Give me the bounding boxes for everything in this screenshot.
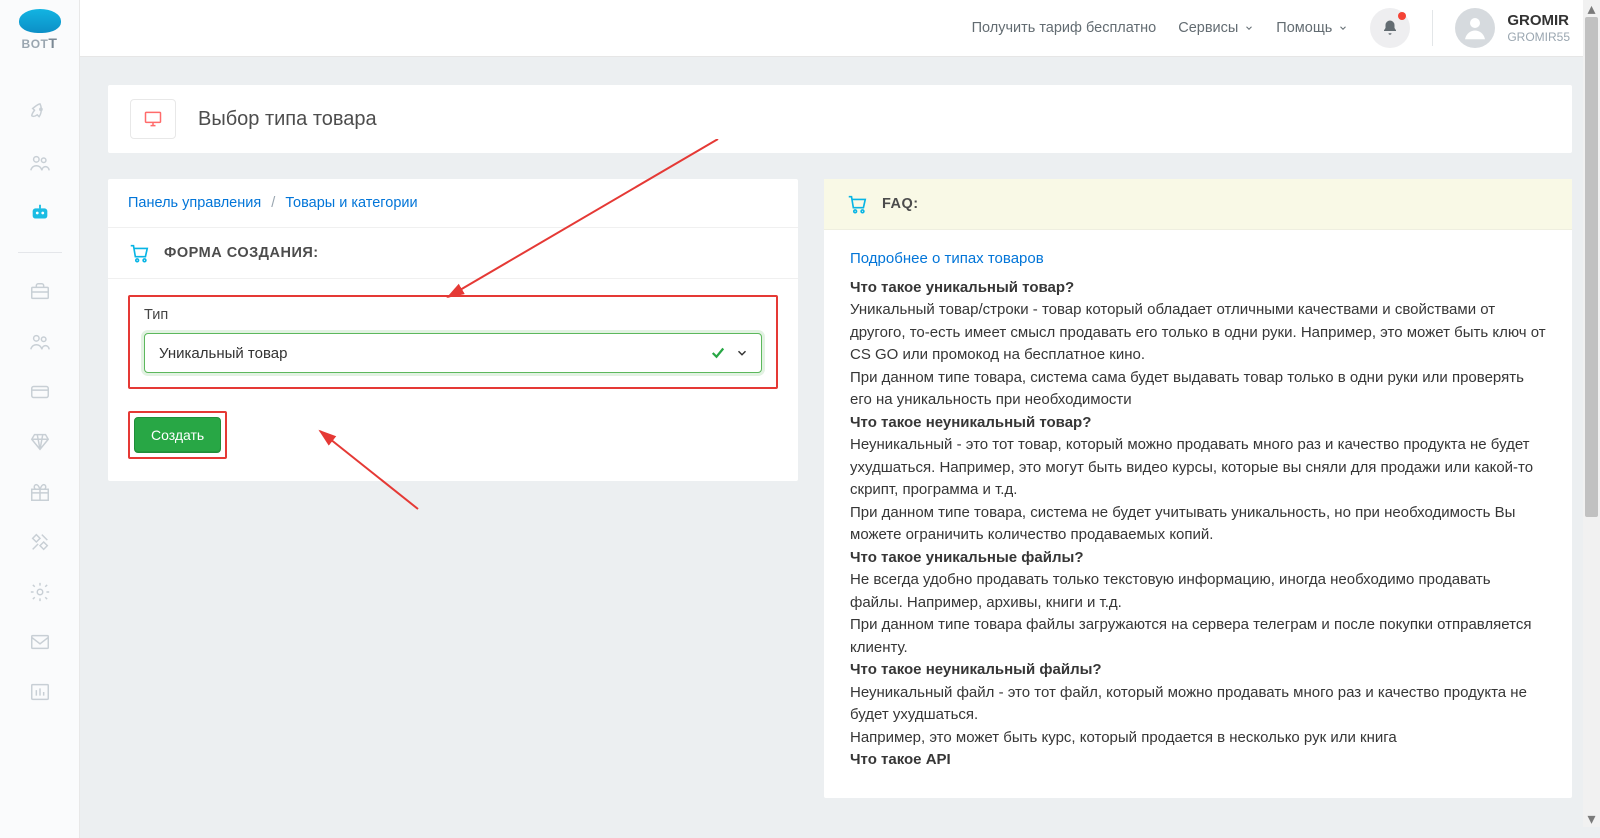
faq-a4: Неуникальный файл - это тот файл, которы… bbox=[850, 684, 1527, 724]
faq-a2b: При данном типе товара, система не будет… bbox=[850, 504, 1515, 544]
check-icon bbox=[709, 344, 727, 362]
scroll-up-icon[interactable]: ▴ bbox=[1585, 0, 1598, 17]
gift-icon[interactable] bbox=[29, 481, 51, 503]
faq-a1: Уникальный товар/строки - товар который … bbox=[850, 301, 1546, 363]
users-icon[interactable] bbox=[29, 152, 51, 174]
chevron-down-icon bbox=[1338, 23, 1348, 33]
faq-q1: Что такое уникальный товар? bbox=[850, 277, 1546, 300]
avatar bbox=[1455, 8, 1495, 48]
user-menu[interactable]: GROMIR GROMIR55 bbox=[1455, 8, 1570, 48]
tariff-link[interactable]: Получить тариф бесплатно bbox=[972, 20, 1157, 36]
topbar: Получить тариф бесплатно Сервисы Помощь … bbox=[80, 0, 1600, 57]
type-label: Тип bbox=[144, 307, 762, 323]
tools-icon[interactable] bbox=[29, 531, 51, 553]
type-select[interactable]: Уникальный товар bbox=[144, 333, 762, 373]
chevron-down-icon bbox=[1244, 23, 1254, 33]
type-selected-value: Уникальный товар bbox=[159, 345, 709, 362]
faq-panel: FAQ: Подробнее о типах товаров Что такое… bbox=[824, 179, 1572, 798]
notification-dot bbox=[1398, 12, 1406, 20]
type-field-highlight: Тип Уникальный товар bbox=[128, 295, 778, 389]
form-heading: ФОРМА СОЗДАНИЯ: bbox=[164, 245, 319, 261]
cart-icon bbox=[846, 193, 868, 215]
page-title: Выбор типа товара bbox=[198, 108, 377, 131]
faq-a3b: При данном типе товара файлы загружаются… bbox=[850, 616, 1531, 656]
breadcrumb: Панель управления / Товары и категории bbox=[128, 195, 778, 211]
scrollbar-thumb[interactable] bbox=[1585, 17, 1598, 517]
chart-icon[interactable] bbox=[29, 681, 51, 703]
card-icon[interactable] bbox=[29, 381, 51, 403]
faq-a3: Не всегда удобно продавать только тексто… bbox=[850, 571, 1491, 611]
faq-a4b: Например, это может быть курс, который п… bbox=[850, 729, 1397, 746]
diamond-icon[interactable] bbox=[29, 431, 51, 453]
notifications-button[interactable] bbox=[1370, 8, 1410, 48]
create-button[interactable]: Создать bbox=[134, 417, 221, 453]
faq-q5: Что такое API bbox=[850, 749, 1546, 772]
logo[interactable]: BOTT bbox=[10, 8, 70, 53]
gear-icon[interactable] bbox=[29, 581, 51, 603]
breadcrumb-catalog[interactable]: Товары и категории bbox=[285, 195, 417, 211]
faq-q3: Что такое уникальные файлы? bbox=[850, 547, 1546, 570]
rocket-icon[interactable] bbox=[29, 102, 51, 124]
bot-icon[interactable] bbox=[29, 202, 51, 224]
help-dropdown[interactable]: Помощь bbox=[1276, 20, 1348, 36]
faq-more-link[interactable]: Подробнее о типах товаров bbox=[850, 248, 1546, 271]
faq-a1b: При данном типе товара, система сама буд… bbox=[850, 369, 1524, 409]
faq-a2: Неуникальный - это тот товар, который мо… bbox=[850, 436, 1533, 498]
logo-text-suffix: T bbox=[48, 35, 57, 51]
page-header-card: Выбор типа товара bbox=[108, 85, 1572, 153]
faq-q2: Что такое неуникальный товар? bbox=[850, 412, 1546, 435]
faq-q4: Что такое неуникальный файлы? bbox=[850, 659, 1546, 682]
monitor-icon bbox=[130, 99, 176, 139]
sidebar: BOTT bbox=[0, 0, 80, 838]
submit-highlight: Создать bbox=[128, 411, 227, 459]
cart-icon bbox=[128, 242, 150, 264]
scrollbar[interactable]: ▴ ▾ bbox=[1583, 0, 1600, 827]
services-dropdown[interactable]: Сервисы bbox=[1178, 20, 1254, 36]
chevron-down-icon bbox=[735, 346, 749, 360]
bell-icon bbox=[1381, 19, 1399, 37]
briefcase-icon[interactable] bbox=[29, 281, 51, 303]
logo-text-main: BOT bbox=[22, 37, 49, 51]
scroll-down-icon[interactable]: ▾ bbox=[1585, 810, 1598, 827]
users2-icon[interactable] bbox=[29, 331, 51, 353]
form-panel: Панель управления / Товары и категории Ф… bbox=[108, 179, 798, 481]
user-name: GROMIR bbox=[1507, 12, 1570, 30]
separator bbox=[1432, 10, 1433, 46]
mail-icon[interactable] bbox=[29, 631, 51, 653]
user-handle: GROMIR55 bbox=[1507, 30, 1570, 44]
faq-heading: FAQ: bbox=[882, 196, 919, 212]
breadcrumb-dashboard[interactable]: Панель управления bbox=[128, 195, 261, 211]
